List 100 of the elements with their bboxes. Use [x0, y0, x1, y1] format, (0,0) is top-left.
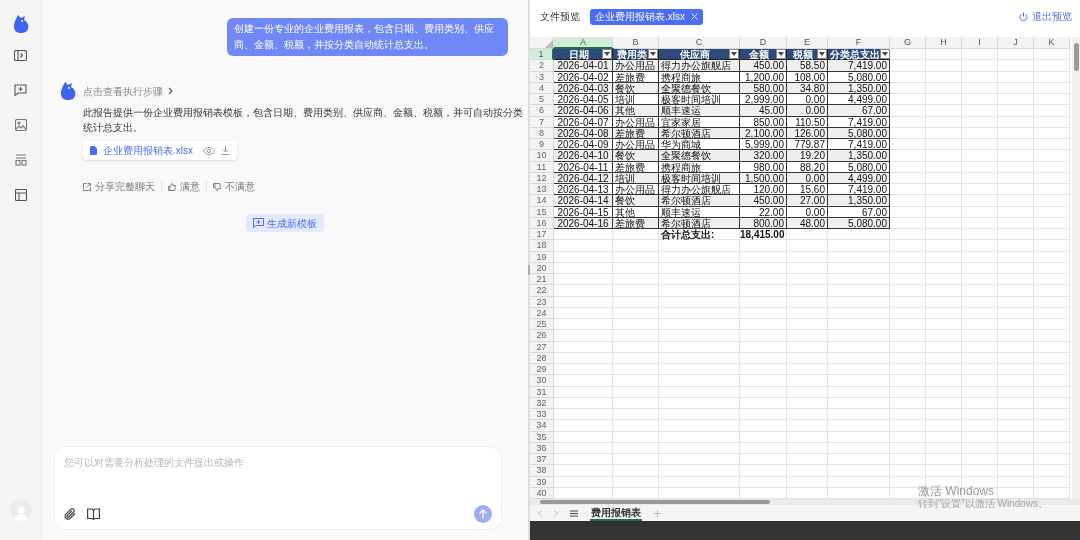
table-cell: 22.00	[740, 206, 787, 218]
table-cell: 110.50	[787, 116, 828, 128]
vertical-scrollbar[interactable]	[1073, 43, 1079, 71]
power-icon	[1019, 12, 1028, 21]
row-number[interactable]: 14	[530, 195, 554, 207]
row-number[interactable]: 33	[530, 409, 554, 421]
steps-link[interactable]: 点击查看执行步骤	[83, 83, 173, 99]
table-cell: 2026-04-11	[554, 161, 613, 173]
row-number[interactable]: 17	[530, 229, 554, 241]
row-number[interactable]: 15	[530, 206, 554, 218]
table-cell: 顺丰速运	[659, 206, 740, 218]
row-number[interactable]: 26	[530, 330, 554, 342]
file-name[interactable]: 企业费用报销表.xlsx	[103, 143, 193, 158]
horizontal-scrollbar[interactable]	[540, 500, 770, 504]
table-cell: 2026-04-06	[554, 105, 613, 117]
filter-button[interactable]	[602, 49, 612, 60]
table-cell: 5,080.00	[828, 71, 890, 83]
add-chat-icon[interactable]	[14, 84, 27, 96]
total-label: 合计总支出:	[659, 229, 740, 241]
column-header[interactable]: F	[828, 37, 890, 49]
table-cell: 980.00	[740, 161, 787, 173]
row-number[interactable]: 18	[530, 240, 554, 252]
row-number[interactable]: 23	[530, 296, 554, 308]
row-number[interactable]: 19	[530, 251, 554, 263]
row-number[interactable]: 27	[530, 341, 554, 353]
column-header[interactable]: D	[740, 37, 787, 49]
column-header[interactable]: B	[613, 37, 659, 49]
table-cell: 其他	[613, 206, 659, 218]
column-header[interactable]: K	[1034, 37, 1070, 49]
row-number[interactable]: 30	[530, 375, 554, 387]
preview-label: 文件预览	[540, 10, 580, 24]
book-icon[interactable]	[87, 508, 100, 520]
row-number[interactable]: 31	[530, 386, 554, 398]
table-cell: 差旅费	[613, 71, 659, 83]
column-header[interactable]: A	[554, 37, 613, 49]
row-number[interactable]: 29	[530, 364, 554, 376]
filter-button[interactable]	[776, 49, 786, 60]
row-number[interactable]: 3	[530, 71, 554, 83]
menu-icon[interactable]	[570, 509, 578, 517]
row-number[interactable]: 11	[530, 161, 554, 173]
download-icon[interactable]	[221, 146, 230, 155]
column-header[interactable]: J	[998, 37, 1034, 49]
row-number[interactable]: 39	[530, 476, 554, 488]
message-input[interactable]: 您可以对需要分析处理的文件提出或操作	[64, 455, 492, 470]
paperclip-icon[interactable]	[64, 507, 77, 521]
row-number[interactable]: 25	[530, 319, 554, 331]
file-icon	[90, 146, 97, 155]
table-cell: 2026-04-02	[554, 71, 613, 83]
table-cell: 7,419.00	[828, 60, 890, 72]
eye-icon[interactable]	[203, 146, 215, 155]
feedback-button[interactable]: 满意	[168, 179, 200, 194]
table-cell: 办公用品	[613, 60, 659, 72]
feedback-button[interactable]: 分享完整聊天	[83, 179, 155, 194]
file-tab[interactable]: 企业费用报销表.xlsx	[590, 8, 703, 25]
feedback-button[interactable]: 不满意	[213, 179, 255, 194]
row-number[interactable]: 2	[530, 60, 554, 72]
thumbs-down-icon	[213, 182, 221, 191]
layout-icon[interactable]	[14, 154, 27, 166]
panel-icon[interactable]	[14, 50, 27, 61]
resize-handle[interactable]	[528, 265, 530, 275]
logo-icon	[12, 15, 29, 33]
table-cell: 67.00	[828, 105, 890, 117]
table-cell: 450.00	[740, 195, 787, 207]
exit-preview-button[interactable]: 退出预览	[1019, 9, 1072, 24]
row-number[interactable]: 34	[530, 420, 554, 432]
column-header[interactable]: H	[926, 37, 962, 49]
file-card[interactable]: 企业费用报销表.xlsx	[83, 141, 237, 160]
table-cell: 67.00	[828, 206, 890, 218]
filter-button[interactable]	[648, 49, 658, 60]
table-cell: 108.00	[787, 71, 828, 83]
row-number[interactable]: 35	[530, 431, 554, 443]
table-cell: 携程商旅	[659, 71, 740, 83]
generate-template-button[interactable]: 生成新模板	[246, 214, 324, 232]
column-header[interactable]: C	[659, 37, 740, 49]
table-cell: 7,419.00	[828, 116, 890, 128]
table-cell: 2026-04-07	[554, 116, 613, 128]
row-number[interactable]: 22	[530, 285, 554, 297]
close-icon[interactable]	[691, 13, 698, 20]
row-number[interactable]: 10	[530, 150, 554, 162]
row-number[interactable]: 37	[530, 454, 554, 466]
row-number[interactable]: 38	[530, 465, 554, 477]
filter-button[interactable]	[880, 49, 890, 60]
filter-button[interactable]	[817, 49, 827, 60]
row-number[interactable]: 6	[530, 105, 554, 117]
send-button[interactable]	[474, 505, 492, 523]
table-cell: 88.20	[787, 161, 828, 173]
image-icon[interactable]	[14, 119, 27, 131]
table-cell: 餐饮	[613, 150, 659, 162]
template-icon[interactable]	[14, 189, 27, 201]
filter-button[interactable]	[729, 49, 739, 60]
table-cell: 1,350.00	[828, 150, 890, 162]
column-header[interactable]: E	[787, 37, 828, 49]
table-cell: 1,350.00	[828, 195, 890, 207]
row-number[interactable]: 21	[530, 274, 554, 286]
column-header[interactable]: G	[890, 37, 926, 49]
table-cell: 顺丰速运	[659, 105, 740, 117]
table-cell: 45.00	[740, 105, 787, 117]
table-cell: 宜家家居	[659, 116, 740, 128]
column-header[interactable]: I	[962, 37, 998, 49]
row-number[interactable]: 7	[530, 116, 554, 128]
